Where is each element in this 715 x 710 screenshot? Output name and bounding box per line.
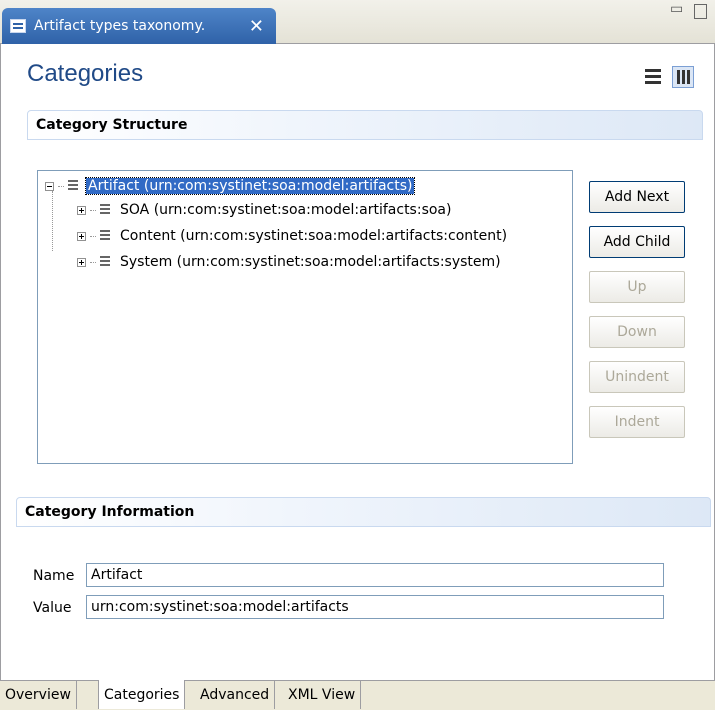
taxonomy-editor: Artifact types taxonomy. ✕ ▭ Categories … [0,0,715,710]
tab-advanced[interactable]: Advanced [195,681,276,709]
tree-node[interactable]: Content (urn:com:systinet:soa:model:arti… [77,226,509,246]
value-label: Value [33,600,72,616]
tree-node-label[interactable]: Content (urn:com:systinet:soa:model:arti… [118,228,509,244]
page-title: Categories [27,60,144,87]
close-icon[interactable]: ✕ [249,16,264,37]
section-title: Category Structure [36,117,188,133]
category-information-header: Category Information [16,497,711,527]
tab-categories[interactable]: Categories [98,680,186,709]
tree-node[interactable]: SOA (urn:com:systinet:soa:model:artifact… [77,200,453,220]
minimize-icon[interactable]: ▭ [670,2,683,16]
tree-node-label[interactable]: SOA (urn:com:systinet:soa:model:artifact… [118,202,453,218]
section-title: Category Information [25,504,195,520]
name-field[interactable] [86,563,664,587]
category-icon [66,179,80,193]
tab-overview[interactable]: Overview [0,681,77,709]
tree-connector [90,235,96,237]
tree-connector [90,209,96,211]
add-next-button[interactable]: Add Next [589,181,685,213]
tree-node-label[interactable]: System (urn:com:systinet:soa:model:artif… [118,254,503,270]
expand-icon[interactable] [77,205,86,215]
collapse-icon[interactable] [45,181,54,191]
up-button[interactable]: Up [589,271,685,303]
editor-border [0,43,1,680]
tree-node-label[interactable]: Artifact (urn:com:systinet:soa:model:art… [84,177,416,195]
tree-node[interactable]: System (urn:com:systinet:soa:model:artif… [77,252,503,272]
expand-icon[interactable] [77,231,86,241]
page-tabs: Overview Categories Advanced XML View [0,680,715,710]
category-icon [98,203,112,217]
editor-tab[interactable]: Artifact types taxonomy. ✕ [2,8,276,44]
tree-node-root[interactable]: Artifact (urn:com:systinet:soa:model:art… [45,176,416,196]
indent-button[interactable]: Indent [589,406,685,438]
tree-connector [58,185,64,187]
name-label: Name [33,568,75,584]
editor-tab-title: Artifact types taxonomy. [34,18,206,34]
value-field[interactable] [86,595,664,619]
editor-tab-strip: Artifact types taxonomy. ✕ ▭ [0,0,715,44]
expand-icon[interactable] [77,257,86,267]
unindent-button[interactable]: Unindent [589,361,685,393]
tree-connector [90,261,96,263]
tree-connector [52,191,53,251]
vertical-layout-icon[interactable] [672,66,694,88]
category-icon [98,229,112,243]
tab-xml-view[interactable]: XML View [283,681,362,709]
category-tree[interactable]: Artifact (urn:com:systinet:soa:model:art… [37,170,573,464]
horizontal-layout-icon[interactable] [642,66,664,88]
add-child-button[interactable]: Add Child [589,226,685,258]
maximize-icon[interactable] [694,4,707,19]
taxonomy-icon [10,19,26,33]
category-structure-header: Category Structure [27,110,703,140]
down-button[interactable]: Down [589,316,685,348]
category-icon [98,255,112,269]
